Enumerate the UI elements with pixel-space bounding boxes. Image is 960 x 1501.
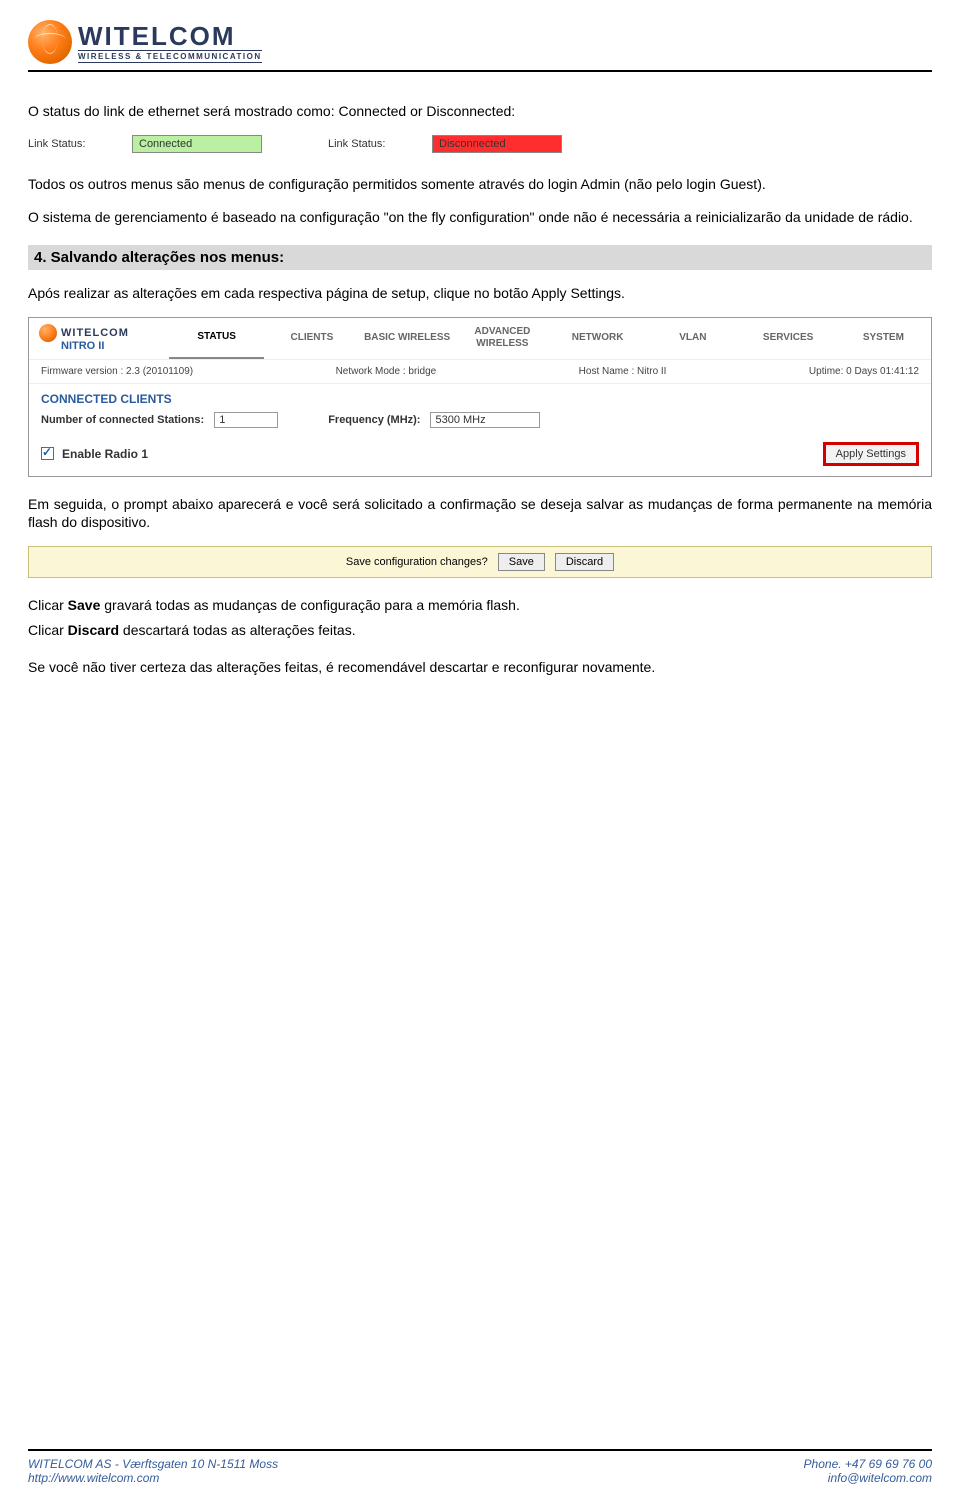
- mode-info: Network Mode : bridge: [336, 366, 437, 377]
- witelcom-logo-icon: [28, 20, 72, 64]
- admin-tabs: STATUS CLIENTS BASIC WIRELESS ADVANCED W…: [169, 318, 931, 359]
- save-question: Save configuration changes?: [346, 556, 488, 568]
- apply-settings-button[interactable]: Apply Settings: [823, 442, 919, 466]
- freq-label: Frequency (MHz):: [328, 414, 420, 426]
- host-info: Host Name : Nitro II: [579, 366, 667, 377]
- enable-radio-row: Enable Radio 1 Apply Settings: [29, 432, 931, 476]
- connected-clients-section: CONNECTED CLIENTS Number of connected St…: [29, 384, 931, 432]
- uptime-info: Uptime: 0 Days 01:41:12: [809, 366, 919, 377]
- footer-email: info@witelcom.com: [804, 1471, 932, 1485]
- connected-clients-title: CONNECTED CLIENTS: [41, 392, 919, 406]
- link-status-disconnected-box: Disconnected: [432, 135, 562, 153]
- witelcom-mini-logo-icon: [39, 324, 57, 342]
- tab-status[interactable]: STATUS: [169, 318, 264, 359]
- brand-main: WITELCOM: [78, 21, 262, 52]
- tab-system[interactable]: SYSTEM: [836, 318, 931, 359]
- admin-ui-screenshot: WITELCOM NITRO II STATUS CLIENTS BASIC W…: [28, 317, 932, 477]
- link-status-connected-box: Connected: [132, 135, 262, 153]
- freq-value: 5300 MHz: [430, 412, 540, 428]
- link-status-label-2: Link Status:: [328, 138, 414, 150]
- save-button[interactable]: Save: [498, 553, 545, 571]
- footer-address: WITELCOM AS - Værftsgaten 10 N-1511 Moss: [28, 1457, 278, 1471]
- footer-phone: Phone. +47 69 69 76 00: [804, 1457, 932, 1471]
- footer-left: WITELCOM AS - Værftsgaten 10 N-1511 Moss…: [28, 1457, 278, 1485]
- footer-divider: [28, 1449, 932, 1451]
- paragraph-admin-only: Todos os outros menus são menus de confi…: [28, 175, 932, 194]
- footer-url: http://www.witelcom.com: [28, 1471, 278, 1485]
- tab-clients[interactable]: CLIENTS: [264, 318, 359, 359]
- admin-brand-block: WITELCOM NITRO II: [29, 318, 169, 359]
- admin-top-row: WITELCOM NITRO II STATUS CLIENTS BASIC W…: [29, 318, 931, 359]
- fw-info: Firmware version : 2.3 (20101109): [41, 366, 193, 377]
- brand-text: WITELCOM WIRELESS & TELECOMMUNICATION: [78, 21, 262, 63]
- paragraph-apply-settings: Após realizar as alterações em cada resp…: [28, 284, 932, 303]
- paragraph-status-intro: O status do link de ethernet será mostra…: [28, 102, 932, 121]
- footer-right: Phone. +47 69 69 76 00 info@witelcom.com: [804, 1457, 932, 1485]
- paragraph-prompt-info: Em seguida, o prompt abaixo aparecerá e …: [28, 495, 932, 533]
- save-config-prompt: Save configuration changes? Save Discard: [28, 546, 932, 578]
- discard-button[interactable]: Discard: [555, 553, 614, 571]
- link-status-label-1: Link Status:: [28, 138, 114, 150]
- admin-info-bar: Firmware version : 2.3 (20101109) Networ…: [29, 359, 931, 384]
- brand-sub: WIRELESS & TELECOMMUNICATION: [78, 50, 262, 63]
- tab-vlan[interactable]: VLAN: [645, 318, 740, 359]
- admin-model-text: NITRO II: [61, 340, 104, 352]
- section-4-heading: 4. Salvando alterações nos menus:: [28, 245, 932, 270]
- enable-radio-checkbox[interactable]: [41, 447, 54, 460]
- tab-network[interactable]: NETWORK: [550, 318, 645, 359]
- paragraph-on-the-fly: O sistema de gerenciamento é baseado na …: [28, 208, 932, 227]
- page-header: WITELCOM WIRELESS & TELECOMMUNICATION: [28, 20, 932, 64]
- paragraph-recommendation: Se você não tiver certeza das alterações…: [28, 658, 932, 677]
- tab-basic-wireless[interactable]: BASIC WIRELESS: [360, 318, 455, 359]
- paragraph-discard-desc: Clicar Discard descartará todas as alter…: [28, 621, 932, 640]
- tab-services[interactable]: SERVICES: [741, 318, 836, 359]
- admin-brand-text: WITELCOM: [61, 327, 129, 339]
- stations-value: 1: [214, 412, 278, 428]
- header-divider: [28, 70, 932, 72]
- page-footer: WITELCOM AS - Værftsgaten 10 N-1511 Moss…: [28, 1449, 932, 1485]
- tab-advanced-wireless[interactable]: ADVANCED WIRELESS: [455, 318, 550, 359]
- enable-radio-label: Enable Radio 1: [62, 447, 148, 461]
- paragraph-save-desc: Clicar Save gravará todas as mudanças de…: [28, 596, 932, 615]
- stations-label: Number of connected Stations:: [41, 414, 204, 426]
- link-status-examples: Link Status: Connected Link Status: Disc…: [28, 135, 932, 153]
